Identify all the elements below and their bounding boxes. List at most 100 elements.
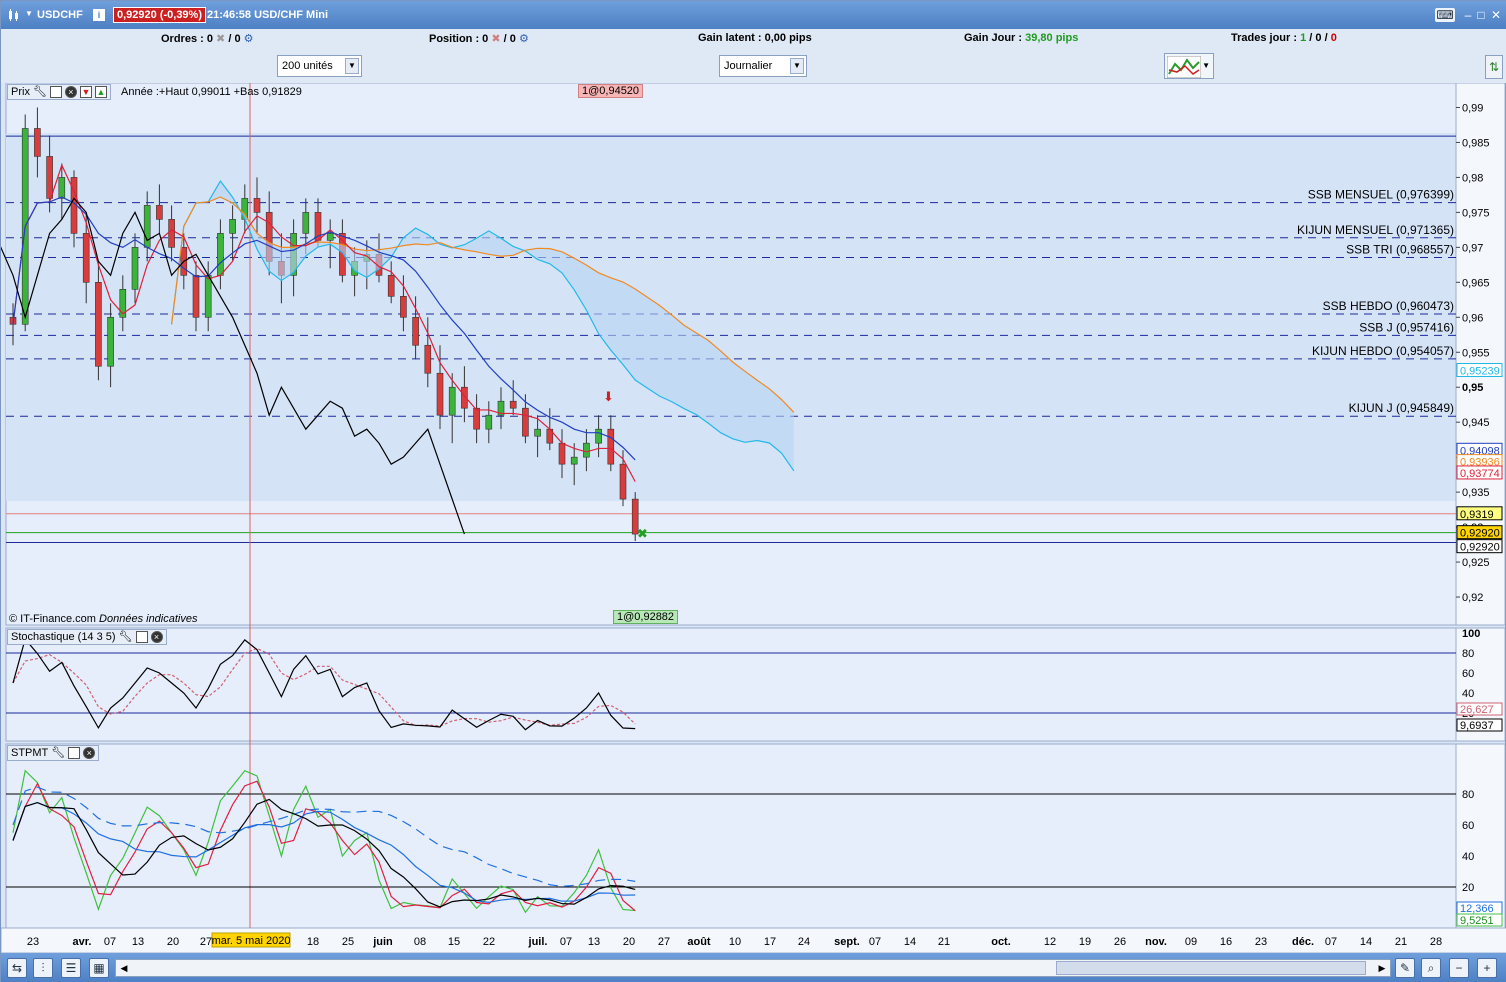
close-icon[interactable]: ✕ — [1489, 8, 1503, 22]
quantity-select[interactable]: 200 unités ▼ — [277, 55, 362, 77]
chevron-down-icon[interactable]: ▼ — [1202, 61, 1210, 70]
symbol-name[interactable]: USDCHF — [37, 9, 83, 21]
candle — [412, 316, 419, 346]
candle — [570, 456, 578, 465]
wrench-icon[interactable]: 🔧︎ — [33, 85, 47, 99]
time-axis-label: sept. — [834, 936, 860, 948]
time-axis-label: 20 — [623, 936, 635, 948]
strategy-button[interactable]: ▼ — [1164, 53, 1214, 79]
price-tick-label: 0,96 — [1462, 312, 1483, 324]
price-tick-label: 0,98 — [1462, 172, 1483, 184]
chevron-down-icon[interactable]: ▼ — [345, 58, 359, 74]
buy-icon[interactable]: ▲ — [94, 86, 107, 98]
zoom-fit-icon[interactable]: ⌕ — [1421, 958, 1441, 978]
grid-icon[interactable]: ▦ — [89, 958, 109, 978]
price-tick-label: 0,95 — [1462, 382, 1483, 394]
info-icon[interactable]: i — [93, 9, 105, 21]
price-tick-label: 0,955 — [1462, 347, 1490, 359]
share-icon[interactable]: ⇆ — [7, 958, 27, 978]
time-axis-label: nov. — [1145, 936, 1167, 948]
close-icon[interactable]: × — [83, 747, 96, 759]
list-icon[interactable]: ☰ — [61, 958, 81, 978]
zoom-out-icon[interactable]: − — [1449, 958, 1469, 978]
symbol-dropdown-icon[interactable]: ▼ — [25, 9, 33, 18]
order-low-tag[interactable]: 1@0,92882 — [613, 610, 679, 624]
price-tag-label: 0,9319 — [1460, 509, 1494, 521]
window-icon[interactable] — [49, 86, 62, 98]
stoch-tick-label: 80 — [1462, 648, 1474, 660]
gain-latent: Gain latent : 0,00 pips — [698, 32, 812, 44]
candle — [82, 233, 90, 283]
period-select[interactable]: Journalier ▼ — [719, 55, 807, 77]
candle — [156, 205, 163, 220]
time-axis-label: 07 — [560, 936, 572, 948]
close-icon[interactable]: × — [64, 86, 77, 98]
wrench-icon[interactable]: 🔧︎ — [51, 746, 65, 760]
window-icon[interactable] — [135, 631, 148, 643]
candle — [131, 247, 139, 290]
price-tick-label: 0,92 — [1462, 592, 1483, 604]
window-icon[interactable] — [68, 747, 81, 759]
chevron-down-icon[interactable]: ▼ — [790, 58, 804, 74]
chart-area[interactable]: 0,99 0,985 0,98 0,975 0,97 0,965 0,96 0,955 0,95… — [1, 83, 1506, 953]
minimize-icon[interactable]: – — [1461, 8, 1475, 22]
candle — [619, 463, 627, 500]
time-axis-label: 14 — [1360, 936, 1372, 948]
order-high-tag[interactable]: 1@0,94520 — [578, 84, 644, 98]
candle — [534, 428, 541, 437]
close-position-icon[interactable]: ✖ — [491, 33, 500, 45]
stpmt-panel-label: STPMT 🔧︎ × — [7, 745, 100, 761]
toggle-panel-icon[interactable]: ⇅ — [1485, 55, 1503, 79]
price-tag-label: 0,95239 — [1460, 366, 1500, 378]
candlestick-icon — [9, 9, 18, 21]
maximize-icon[interactable]: □ — [1474, 8, 1488, 22]
window-title: 21:46:58 USD/CHF Mini — [207, 9, 329, 21]
time-axis-label: 16 — [1220, 936, 1232, 948]
close-icon[interactable]: × — [150, 631, 163, 643]
candle — [473, 407, 480, 430]
stoch-label: Stochastique (14 3 5) — [11, 631, 116, 643]
scroll-right-icon[interactable]: ▶ — [1375, 961, 1389, 975]
keyboard-icon[interactable]: ⌨ — [1435, 8, 1455, 22]
time-axis-label: 18 — [307, 936, 319, 948]
level-label: SSB TRI (0,968557) — [1346, 242, 1454, 256]
time-axis-label: 17 — [764, 936, 776, 948]
candle — [485, 414, 493, 430]
time-axis-label: 13 — [132, 936, 144, 948]
stoch-panel-label: Stochastique (14 3 5) 🔧︎ × — [7, 629, 167, 645]
time-axis-label: 07 — [104, 936, 116, 948]
draw-tool-icon[interactable]: ✎ — [1395, 958, 1415, 978]
gear-icon[interactable]: ⚙ — [244, 33, 254, 45]
sell-icon[interactable]: ▼ — [79, 86, 92, 98]
wrench-icon[interactable]: 🔧︎ — [119, 630, 133, 644]
indicators-icon[interactable]: ⫶ — [33, 958, 53, 978]
scroll-thumb[interactable] — [1056, 961, 1366, 975]
stoch-panel — [5, 627, 1457, 742]
candle — [229, 219, 236, 234]
time-axis-label: 26 — [1114, 936, 1126, 948]
time-axis-label: 13 — [588, 936, 600, 948]
time-axis-label: 12 — [1044, 936, 1056, 948]
stpmt-value-label: 12,366 — [1460, 903, 1494, 915]
candle — [400, 296, 407, 318]
year-range-info: Année :+Haut 0,99011 +Bas 0,91829 — [121, 86, 302, 98]
time-axis-label: juil. — [528, 936, 548, 948]
candle — [217, 233, 224, 276]
candle — [107, 316, 114, 367]
candle — [583, 442, 590, 458]
price-panel-label: Prix 🔧︎ × ▼ ▲ — [7, 84, 111, 100]
horizontal-scrollbar[interactable]: ◀ ▶ — [115, 959, 1391, 977]
cancel-orders-icon[interactable]: ✖ — [216, 33, 225, 45]
candle — [302, 212, 310, 234]
level-label: SSB J (0,957416) — [1359, 320, 1454, 334]
gear-icon[interactable]: ⚙ — [519, 33, 529, 45]
zoom-in-icon[interactable]: + — [1477, 958, 1497, 978]
candle — [607, 428, 615, 465]
time-axis-label: 24 — [798, 936, 810, 948]
candle — [192, 275, 200, 318]
time-axis-label: avr. — [73, 936, 92, 948]
candle — [95, 282, 102, 367]
candle — [558, 442, 566, 465]
scroll-left-icon[interactable]: ◀ — [117, 961, 131, 975]
time-axis-label: 21 — [1395, 936, 1407, 948]
